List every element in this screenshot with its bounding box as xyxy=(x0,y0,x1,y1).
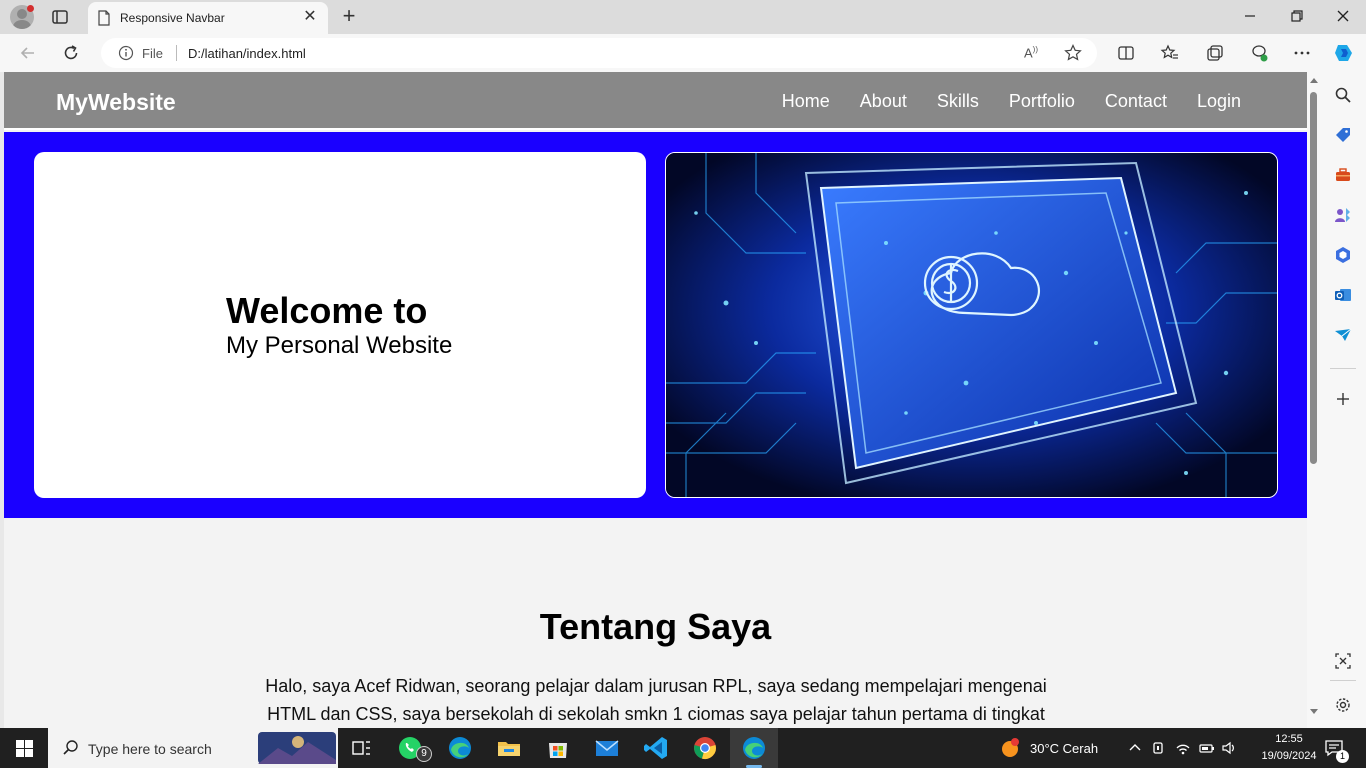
nav-link-contact[interactable]: Contact xyxy=(1105,91,1167,112)
tab-close-icon[interactable]: ✕ xyxy=(302,9,318,25)
hero-tech-image xyxy=(665,152,1278,498)
games-icon[interactable] xyxy=(1334,206,1352,224)
tab-actions-icon[interactable] xyxy=(51,8,69,26)
tools-briefcase-icon[interactable] xyxy=(1334,166,1352,184)
wifi-icon[interactable] xyxy=(1175,740,1191,756)
windows-taskbar: Type here to search 9 30°C Cerah 12:55 1… xyxy=(0,728,1366,768)
taskbar-search-box[interactable]: Type here to search xyxy=(48,728,338,768)
more-options-icon[interactable] xyxy=(1292,43,1312,63)
new-tab-icon[interactable]: + xyxy=(338,5,360,27)
nav-link-home[interactable]: Home xyxy=(782,91,830,112)
collections-icon[interactable] xyxy=(1205,43,1225,63)
volume-icon[interactable] xyxy=(1221,740,1237,756)
nav-link-skills[interactable]: Skills xyxy=(937,91,979,112)
restore-icon[interactable] xyxy=(1287,6,1307,26)
search-placeholder: Type here to search xyxy=(88,741,212,757)
outlook-icon[interactable] xyxy=(1334,286,1352,304)
search-icon xyxy=(63,740,78,755)
nav-link-about[interactable]: About xyxy=(860,91,907,112)
site-info-icon[interactable] xyxy=(118,45,134,61)
url-separator xyxy=(176,45,177,61)
tab-title: Responsive Navbar xyxy=(120,11,225,25)
page-viewport: MyWebsite Home About Skills Portfolio Co… xyxy=(4,72,1307,728)
microsoft-store-icon[interactable] xyxy=(544,734,572,762)
task-view-icon[interactable] xyxy=(347,734,375,762)
chrome-icon[interactable] xyxy=(691,734,719,762)
page-icon xyxy=(98,10,110,26)
notification-count-badge: 1 xyxy=(1336,750,1349,763)
about-text: Halo, saya Acef Ridwan, seorang pelajar … xyxy=(265,676,1047,724)
weather-sun-icon[interactable] xyxy=(1000,738,1020,758)
url-text[interactable]: D:/latihan/index.html xyxy=(188,46,306,61)
edge-sidebar xyxy=(1320,72,1366,728)
hero-section: Welcome to My Personal Website xyxy=(4,132,1307,518)
favorites-icon[interactable] xyxy=(1160,43,1180,63)
show-hidden-icons-chevron-icon[interactable] xyxy=(1127,740,1143,756)
screenshot-icon[interactable] xyxy=(1334,652,1352,670)
page-scrollbar[interactable] xyxy=(1307,72,1320,728)
scroll-down-arrow-icon[interactable] xyxy=(1310,709,1318,714)
search-icon[interactable] xyxy=(1334,86,1352,104)
hero-title: Welcome to xyxy=(226,290,428,331)
clock-time[interactable]: 12:55 xyxy=(1263,733,1315,745)
minimize-icon[interactable] xyxy=(1240,6,1260,26)
search-highlight-image xyxy=(258,732,336,764)
favorite-star-icon[interactable] xyxy=(1063,43,1083,63)
edge-icon[interactable] xyxy=(446,734,474,762)
copilot-icon[interactable] xyxy=(1332,41,1356,65)
tab-responsive-navbar[interactable]: Responsive Navbar ✕ xyxy=(88,2,328,34)
sidebar-divider xyxy=(1330,368,1356,369)
split-screen-icon[interactable] xyxy=(1116,43,1136,63)
address-bar[interactable]: File D:/latihan/index.html A)) xyxy=(101,38,1097,68)
browser-tab-strip: Responsive Navbar ✕ + xyxy=(0,0,1366,34)
file-explorer-icon[interactable] xyxy=(495,734,523,762)
back-icon[interactable] xyxy=(18,43,38,63)
battery-icon[interactable] xyxy=(1199,740,1215,756)
scrollbar-thumb[interactable] xyxy=(1310,92,1317,464)
profile-notification-dot xyxy=(27,5,34,12)
welcome-card: Welcome to My Personal Website xyxy=(34,152,646,498)
sidebar-divider xyxy=(1330,680,1356,681)
send-paper-plane-icon[interactable] xyxy=(1334,326,1352,344)
add-sidebar-app-icon[interactable] xyxy=(1334,390,1352,408)
nav-link-login[interactable]: Login xyxy=(1197,91,1241,112)
browser-toolbar: File D:/latihan/index.html A)) xyxy=(0,34,1366,72)
site-navbar: MyWebsite Home About Skills Portfolio Co… xyxy=(4,72,1307,130)
settings-gear-icon[interactable] xyxy=(1334,696,1352,714)
hero-subtitle: My Personal Website xyxy=(226,332,453,359)
shopping-tag-icon[interactable] xyxy=(1334,126,1352,144)
nav-menu: Home About Skills Portfolio Contact Logi… xyxy=(782,91,1241,112)
close-window-icon[interactable] xyxy=(1333,6,1353,26)
about-title: Tentang Saya xyxy=(539,606,772,647)
url-scheme-label: File xyxy=(142,46,163,61)
scroll-up-arrow-icon[interactable] xyxy=(1310,78,1318,83)
mail-icon[interactable] xyxy=(593,734,621,762)
microsoft-365-icon[interactable] xyxy=(1334,246,1352,264)
vscode-icon[interactable] xyxy=(642,734,670,762)
extensions-icon[interactable] xyxy=(1249,43,1269,63)
clock-date[interactable]: 19/09/2024 xyxy=(1259,750,1319,762)
edge-active-icon[interactable] xyxy=(740,734,768,762)
circuit-chip-illustration xyxy=(666,153,1277,497)
whatsapp-badge: 9 xyxy=(416,746,432,762)
meet-now-icon[interactable] xyxy=(1151,740,1167,756)
read-aloud-icon[interactable]: A)) xyxy=(1024,45,1042,61)
nav-link-portfolio[interactable]: Portfolio xyxy=(1009,91,1075,112)
site-brand[interactable]: MyWebsite xyxy=(56,89,176,116)
refresh-icon[interactable] xyxy=(61,43,81,63)
windows-start-icon[interactable] xyxy=(16,740,33,757)
weather-text[interactable]: 30°C Cerah xyxy=(1030,741,1098,756)
